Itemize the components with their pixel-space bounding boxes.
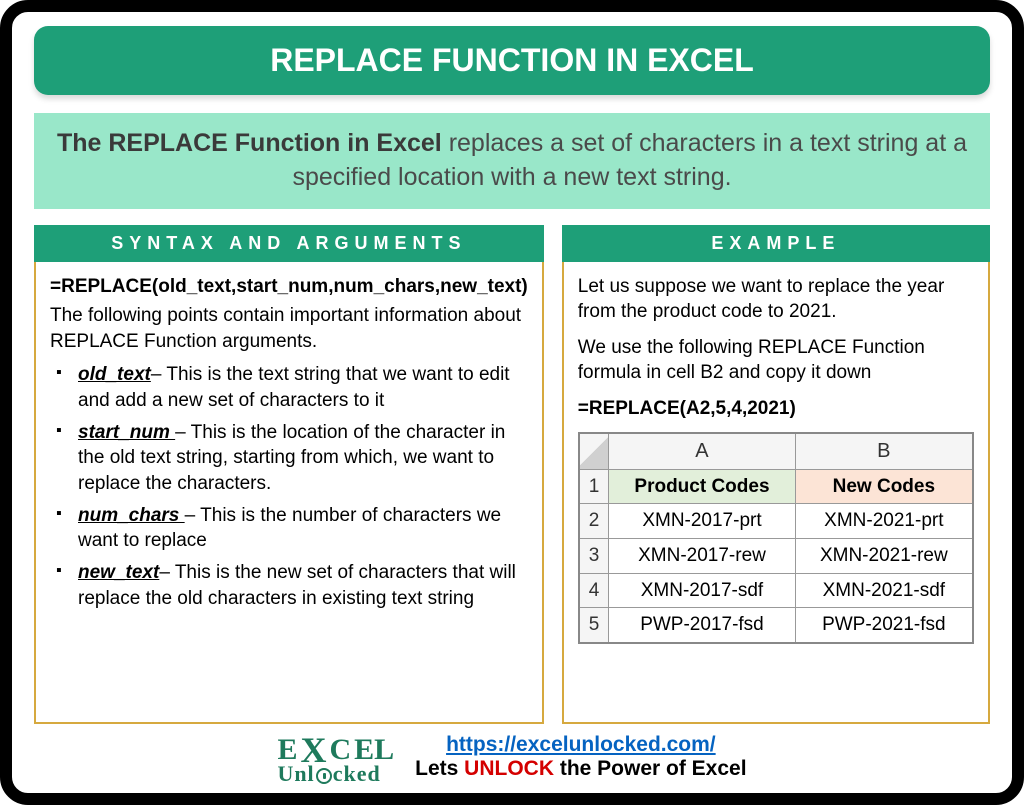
excel-table: A B 1 Product Codes New Codes 2 XMN-2017… [578, 432, 974, 644]
argument-list: old_text– This is the text string that w… [50, 362, 528, 611]
table-row: 3 XMN-2017-rew XMN-2021-rew [579, 538, 973, 573]
page-title: REPLACE FUNCTION IN EXCEL [34, 26, 990, 95]
tagline-pre: Lets [415, 757, 464, 780]
row-number: 5 [579, 608, 609, 643]
syntax-formula: =REPLACE(old_text,start_num,num_chars,ne… [50, 274, 528, 300]
row-number: 2 [579, 504, 609, 539]
key-icon [316, 768, 332, 784]
two-column-layout: SYNTAX AND ARGUMENTS =REPLACE(old_text,s… [34, 225, 990, 724]
cell-a: XMN-2017-prt [609, 504, 795, 539]
col-label-a: A [609, 433, 795, 470]
infographic-card: REPLACE FUNCTION IN EXCEL The REPLACE Fu… [0, 0, 1024, 805]
logo-top: EXCEL [277, 730, 397, 765]
description-box: The REPLACE Function in Excel replaces a… [34, 113, 990, 209]
cell-b: XMN-2021-rew [795, 538, 973, 573]
cell-b: XMN-2021-prt [795, 504, 973, 539]
cell-a: XMN-2017-sdf [609, 573, 795, 608]
arg-item: old_text– This is the text string that w… [56, 362, 528, 413]
header-product-codes: Product Codes [609, 469, 795, 504]
table-header-row: 1 Product Codes New Codes [579, 469, 973, 504]
syntax-intro: The following points contain important i… [50, 303, 528, 354]
example-paragraph-2: We use the following REPLACE Function fo… [578, 335, 974, 386]
footer: EXCEL Unlcked https://excelunlocked.com/… [34, 724, 990, 785]
syntax-column: SYNTAX AND ARGUMENTS =REPLACE(old_text,s… [34, 225, 544, 724]
footer-tagline: Lets UNLOCK the Power of Excel [415, 757, 746, 780]
arg-name: num_chars [78, 505, 185, 526]
arg-name: start_num [78, 422, 175, 443]
cell-b: PWP-2021-fsd [795, 608, 973, 643]
description-bold: The REPLACE Function in Excel [57, 129, 442, 157]
tagline-post: the Power of Excel [554, 757, 747, 780]
row-number: 4 [579, 573, 609, 608]
brand-logo: EXCEL Unlcked [277, 730, 397, 785]
tagline-unlock: UNLOCK [464, 757, 554, 780]
row-number: 1 [579, 469, 609, 504]
arg-item: start_num – This is the location of the … [56, 420, 528, 497]
example-formula: =REPLACE(A2,5,4,2021) [578, 396, 974, 422]
example-column: EXAMPLE Let us suppose we want to replac… [562, 225, 990, 724]
arg-item: num_chars – This is the number of charac… [56, 503, 528, 554]
cell-a: XMN-2017-rew [609, 538, 795, 573]
table-col-header-row: A B [579, 433, 973, 470]
logo-bottom: Unlcked [277, 764, 397, 785]
row-number: 3 [579, 538, 609, 573]
arg-name: new_text [78, 562, 159, 583]
arg-name: old_text [78, 364, 151, 385]
table-row: 5 PWP-2017-fsd PWP-2021-fsd [579, 608, 973, 643]
example-body: Let us suppose we want to replace the ye… [562, 262, 990, 724]
syntax-header: SYNTAX AND ARGUMENTS [34, 225, 544, 262]
arg-item: new_text– This is the new set of charact… [56, 560, 528, 611]
syntax-body: =REPLACE(old_text,start_num,num_chars,ne… [34, 262, 544, 724]
header-new-codes: New Codes [795, 469, 973, 504]
footer-text: https://excelunlocked.com/ Lets UNLOCK t… [415, 733, 746, 781]
cell-b: XMN-2021-sdf [795, 573, 973, 608]
col-label-b: B [795, 433, 973, 470]
footer-link[interactable]: https://excelunlocked.com/ [446, 733, 716, 756]
table-row: 4 XMN-2017-sdf XMN-2021-sdf [579, 573, 973, 608]
cell-a: PWP-2017-fsd [609, 608, 795, 643]
select-all-corner [579, 433, 609, 470]
example-header: EXAMPLE [562, 225, 990, 262]
table-row: 2 XMN-2017-prt XMN-2021-prt [579, 504, 973, 539]
example-paragraph-1: Let us suppose we want to replace the ye… [578, 274, 974, 325]
